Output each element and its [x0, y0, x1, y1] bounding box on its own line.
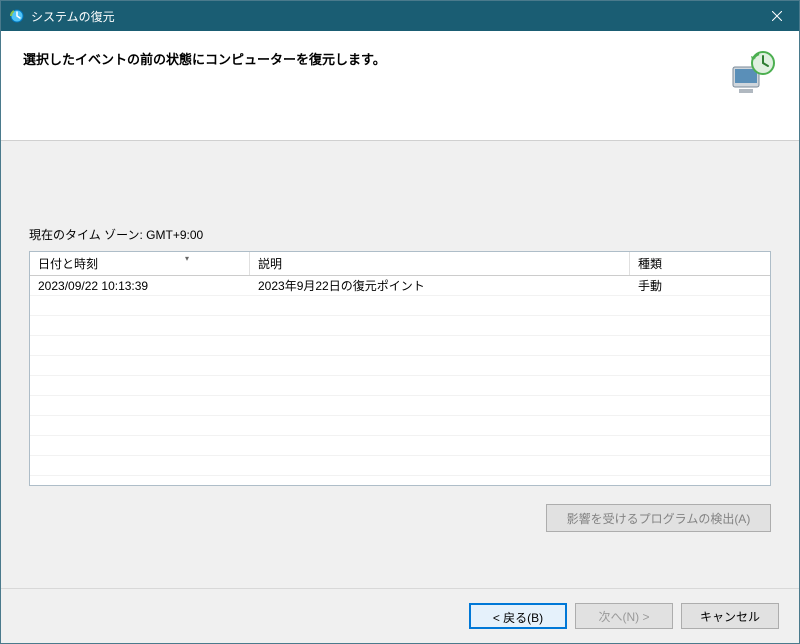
empty-row [30, 436, 770, 456]
sort-indicator-icon: ▾ [185, 254, 189, 263]
cell-type: 手動 [630, 276, 770, 295]
content-section: 現在のタイム ゾーン: GMT+9:00 日付と時刻 ▾ 説明 種類 2023/… [1, 141, 799, 588]
header-heading: 選択したイベントの前の状態にコンピューターを復元します。 [23, 49, 717, 68]
empty-row [30, 396, 770, 416]
table-header: 日付と時刻 ▾ 説明 種類 [30, 252, 770, 276]
column-type[interactable]: 種類 [630, 252, 770, 275]
back-button[interactable]: < 戻る(B) [469, 603, 567, 629]
empty-row [30, 296, 770, 316]
header-section: 選択したイベントの前の状態にコンピューターを復元します。 [1, 31, 799, 141]
column-description-label: 説明 [258, 255, 282, 272]
column-type-label: 種類 [638, 255, 662, 272]
empty-row [30, 456, 770, 476]
empty-row [30, 356, 770, 376]
title-bar: システムの復元 [1, 1, 799, 31]
table-body: 2023/09/22 10:13:39 2023年9月22日の復元ポイント 手動 [30, 276, 770, 476]
column-description[interactable]: 説明 [250, 252, 630, 275]
footer-section: < 戻る(B) 次へ(N) > キャンセル [1, 588, 799, 643]
column-datetime-label: 日付と時刻 [38, 255, 98, 272]
empty-row [30, 376, 770, 396]
system-restore-icon [9, 8, 25, 24]
empty-row [30, 336, 770, 356]
window-title: システムの復元 [31, 8, 754, 25]
table-row[interactable]: 2023/09/22 10:13:39 2023年9月22日の復元ポイント 手動 [30, 276, 770, 296]
empty-row [30, 316, 770, 336]
next-button[interactable]: 次へ(N) > [575, 603, 673, 629]
restore-wizard-icon [729, 49, 777, 97]
system-restore-window: システムの復元 選択したイベントの前の状態にコンピューターを復元します。 現在の… [0, 0, 800, 644]
cell-description: 2023年9月22日の復元ポイント [250, 276, 630, 295]
column-datetime[interactable]: 日付と時刻 ▾ [30, 252, 250, 275]
restore-points-table[interactable]: 日付と時刻 ▾ 説明 種類 2023/09/22 10:13:39 2023年9… [29, 251, 771, 486]
actions-row: 影響を受けるプログラムの検出(A) [29, 504, 771, 532]
close-button[interactable] [754, 1, 799, 31]
cancel-button[interactable]: キャンセル [681, 603, 779, 629]
timezone-label: 現在のタイム ゾーン: GMT+9:00 [29, 226, 771, 243]
cell-datetime: 2023/09/22 10:13:39 [30, 276, 250, 295]
scan-affected-programs-button[interactable]: 影響を受けるプログラムの検出(A) [546, 504, 771, 532]
empty-row [30, 416, 770, 436]
